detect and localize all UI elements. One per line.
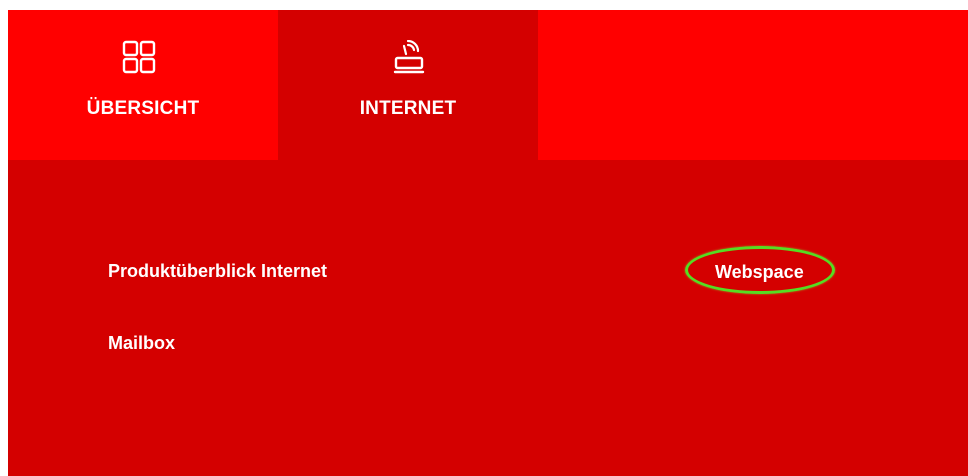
tab-overview[interactable]: ÜBERSICHT (8, 10, 278, 160)
navigation-panel: ÜBERSICHT INTERNET Produktüberblick Inte… (8, 10, 968, 476)
mailbox-link[interactable]: Mailbox (108, 333, 175, 354)
tab-bar-filler (538, 10, 968, 160)
tab-label-overview: ÜBERSICHT (86, 98, 200, 119)
submenu-content: Produktüberblick Internet Mailbox Webspa… (8, 160, 968, 476)
router-wifi-icon (393, 40, 425, 74)
product-overview-internet-link[interactable]: Produktüberblick Internet (108, 261, 327, 282)
grid-icon (122, 40, 156, 74)
tab-bar: ÜBERSICHT INTERNET (8, 10, 968, 160)
tab-internet[interactable]: INTERNET (278, 10, 538, 160)
tab-label-internet: INTERNET (359, 98, 457, 119)
webspace-link[interactable]: Webspace (715, 262, 804, 283)
